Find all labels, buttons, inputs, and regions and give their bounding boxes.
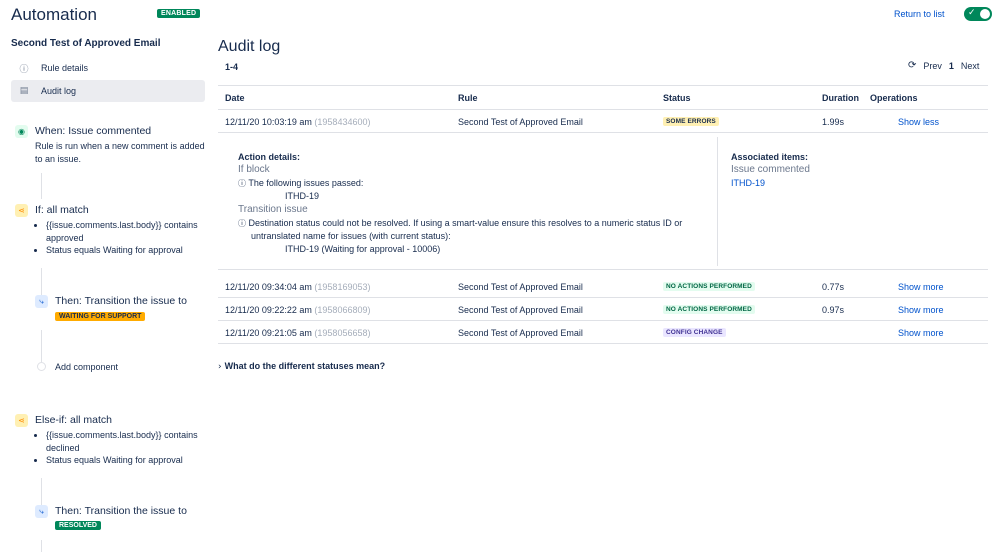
check-icon: ✓ bbox=[968, 8, 976, 18]
component-title: Then: Transition the issue to bbox=[55, 505, 187, 517]
pagination: ⟳ Prev 1 Next bbox=[908, 60, 979, 71]
info-icon: ⓘ bbox=[238, 179, 246, 188]
branch-icon: ⋖ bbox=[15, 414, 28, 427]
status-badge: NO ACTIONS PERFORMED bbox=[663, 282, 755, 291]
trigger-component[interactable]: ◉ When: Issue commented Rule is run when… bbox=[15, 125, 210, 170]
show-more-link[interactable]: Show more bbox=[898, 328, 944, 338]
component-title: When: Issue commented bbox=[35, 125, 152, 137]
operations-cell: Show less bbox=[898, 117, 939, 127]
component-title: Then: Transition the issue to bbox=[55, 295, 187, 307]
operations-cell: Show more bbox=[898, 328, 944, 338]
then-action-component[interactable]: ⤷ Then: Transition the issue to bbox=[35, 295, 210, 327]
else-if-condition-component[interactable]: ⋖ Else-if: all match {{issue.comments.la… bbox=[15, 414, 210, 474]
flow-connector bbox=[41, 540, 42, 552]
flow-connector bbox=[41, 478, 42, 505]
date-cell: 12/11/20 09:34:04 am (1958169053) bbox=[225, 282, 371, 292]
row-details-panel: Action details: If block ⓘ The following… bbox=[218, 135, 988, 270]
associated-items-heading: Associated items: bbox=[731, 152, 809, 162]
statuses-help-toggle[interactable]: › What do the different statuses mean? bbox=[218, 361, 385, 372]
rule-cell: Second Test of Approved Email bbox=[458, 305, 583, 315]
component-title: Else-if: all match bbox=[35, 414, 113, 426]
transition-label: Transition issue bbox=[238, 204, 308, 215]
show-more-link[interactable]: Show more bbox=[898, 282, 944, 292]
app-title: Automation bbox=[11, 5, 97, 24]
table-row: 12/11/20 10:03:19 am (1958434600) Second… bbox=[218, 110, 988, 133]
rule-cell: Second Test of Approved Email bbox=[458, 282, 583, 292]
nav-rule-details[interactable]: ⓘ Rule details bbox=[11, 57, 205, 79]
condition-item: {{issue.comments.last.body}} contains ap… bbox=[46, 219, 206, 244]
condition-item: Status equals Waiting for approval bbox=[46, 244, 206, 257]
transition-icon: ⤷ bbox=[35, 505, 48, 518]
flow-connector bbox=[41, 330, 42, 362]
flow-connector bbox=[41, 173, 42, 199]
duration-cell: 0.97s bbox=[822, 305, 845, 315]
rule-cell: Second Test of Approved Email bbox=[458, 117, 583, 127]
table-row: 12/11/20 09:34:04 am (1958169053) Second… bbox=[218, 275, 988, 298]
operations-cell: Show more bbox=[898, 282, 944, 292]
add-dot-icon[interactable] bbox=[37, 362, 46, 371]
flow-connector bbox=[41, 268, 42, 295]
prev-button[interactable]: Prev bbox=[923, 61, 942, 71]
error-message-cont: untranslated name for issues (with curre… bbox=[251, 231, 451, 241]
status-badge: CONFIG CHANGE bbox=[663, 328, 726, 337]
nav-label: Audit log bbox=[41, 86, 77, 96]
date-cell: 12/11/20 09:22:22 am (1958066809) bbox=[225, 305, 371, 315]
passed-issue: ITHD-19 bbox=[285, 191, 320, 201]
duration-cell: 0.77s bbox=[822, 282, 845, 292]
associated-issue-link[interactable]: ITHD-19 bbox=[731, 178, 765, 188]
status-badge: NO ACTIONS PERFORMED bbox=[663, 305, 755, 314]
column-header-date: Date bbox=[225, 93, 245, 103]
table-row: 12/11/20 09:22:22 am (1958066809) Second… bbox=[218, 298, 988, 321]
rule-enabled-toggle[interactable]: ✓ bbox=[964, 7, 992, 21]
action-details-heading: Action details: bbox=[238, 152, 301, 162]
rule-cell: Second Test of Approved Email bbox=[458, 328, 583, 338]
page-title: Audit log bbox=[218, 38, 281, 55]
info-icon: ⓘ bbox=[19, 64, 29, 75]
status-lozenge: RESOLVED bbox=[55, 521, 101, 530]
info-icon: ⓘ bbox=[238, 219, 246, 228]
if-block-label: If block bbox=[238, 164, 270, 175]
error-issue: ITHD-19 (Waiting for approval - 10006) bbox=[285, 244, 441, 254]
enabled-badge: ENABLED bbox=[157, 9, 201, 18]
table-top-border bbox=[218, 85, 988, 86]
status-badge: SOME ERRORS bbox=[663, 117, 719, 126]
add-component-link[interactable]: Add component bbox=[55, 362, 118, 372]
show-more-link[interactable]: Show more bbox=[898, 305, 944, 315]
document-icon: ▤ bbox=[19, 86, 29, 96]
show-less-link[interactable]: Show less bbox=[898, 117, 939, 127]
column-header-operations: Operations bbox=[870, 93, 918, 103]
chevron-right-icon: › bbox=[218, 362, 222, 372]
condition-item: Status equals Waiting for approval bbox=[46, 454, 206, 467]
rule-name: Second Test of Approved Email bbox=[11, 38, 161, 49]
result-count: 1-4 bbox=[225, 62, 239, 72]
nav-label: Rule details bbox=[41, 63, 89, 73]
details-divider bbox=[717, 137, 718, 266]
nav-audit-log[interactable]: ▤ Audit log bbox=[11, 80, 205, 102]
refresh-icon[interactable]: ⟳ bbox=[908, 60, 916, 71]
next-button[interactable]: Next bbox=[961, 61, 980, 71]
table-row: 12/11/20 09:21:05 am (1958056658) Second… bbox=[218, 321, 988, 344]
return-to-list-link[interactable]: Return to list bbox=[894, 9, 945, 19]
toggle-knob bbox=[980, 9, 990, 19]
current-page: 1 bbox=[948, 60, 954, 71]
passed-message: ⓘ The following issues passed: bbox=[238, 178, 364, 188]
associated-event: Issue commented bbox=[731, 164, 810, 175]
status-lozenge: WAITING FOR SUPPORT bbox=[55, 312, 146, 321]
component-description: Rule is run when a new comment is added … bbox=[35, 141, 205, 164]
column-header-duration: Duration bbox=[822, 93, 859, 103]
component-title: If: all match bbox=[35, 204, 89, 216]
date-cell: 12/11/20 09:21:05 am (1958056658) bbox=[225, 328, 371, 338]
column-header-status: Status bbox=[663, 93, 691, 103]
duration-cell: 1.99s bbox=[822, 117, 845, 127]
date-cell: 12/11/20 10:03:19 am (1958434600) bbox=[225, 117, 371, 127]
condition-item: {{issue.comments.last.body}} contains de… bbox=[46, 429, 206, 454]
comment-icon: ◉ bbox=[15, 125, 28, 138]
if-condition-component[interactable]: ⋖ If: all match {{issue.comments.last.bo… bbox=[15, 204, 210, 264]
operations-cell: Show more bbox=[898, 305, 944, 315]
error-message: ⓘ Destination status could not be resolv… bbox=[238, 218, 683, 228]
branch-icon: ⋖ bbox=[15, 204, 28, 217]
transition-icon: ⤷ bbox=[35, 295, 48, 308]
column-header-rule: Rule bbox=[458, 93, 478, 103]
